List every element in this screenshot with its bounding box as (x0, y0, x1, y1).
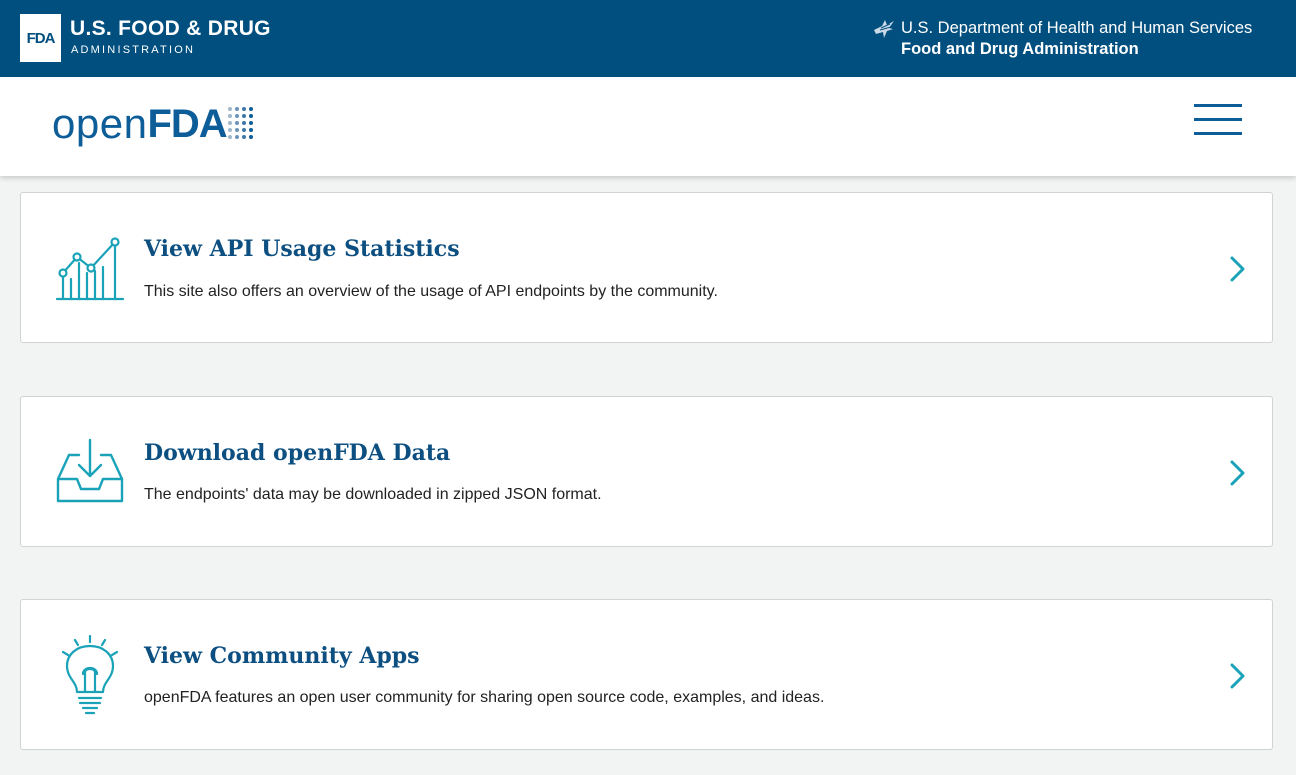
card-download-openfda-data[interactable]: Download openFDA Data The endpoints' dat… (20, 396, 1273, 547)
fda-badge-logo[interactable]: FDA (20, 14, 61, 62)
logo-fda-text: FDA (147, 102, 227, 146)
card-title[interactable]: Download openFDA Data (144, 439, 450, 467)
openfda-logo[interactable]: open FDA (52, 97, 257, 147)
logo-dots-icon (227, 107, 253, 139)
site-header: open FDA (0, 77, 1296, 176)
card-title[interactable]: View Community Apps (144, 642, 420, 670)
chevron-right-icon[interactable] (1227, 459, 1247, 487)
chart-icon (55, 237, 125, 301)
menu-icon[interactable] (1194, 104, 1242, 136)
hhs-agency-name[interactable]: Food and Drug Administration (901, 39, 1139, 59)
card-description: This site also offers an overview of the… (144, 283, 718, 300)
hhs-department-name[interactable]: U.S. Department of Health and Human Serv… (901, 18, 1252, 38)
card-view-community-apps[interactable]: View Community Apps openFDA features an … (20, 599, 1273, 750)
chevron-right-icon[interactable] (1227, 255, 1247, 283)
fda-banner: FDA U.S. FOOD & DRUG ADMINISTRATION U.S.… (0, 0, 1296, 77)
logo-open-text: open (52, 100, 148, 147)
download-tray-icon (56, 438, 124, 503)
card-api-usage-statistics[interactable]: View API Usage Statistics This site also… (20, 192, 1273, 343)
card-description: openFDA features an open user community … (144, 689, 825, 706)
agency-name[interactable]: U.S. FOOD & DRUG (70, 17, 271, 41)
card-description: The endpoints' data may be downloaded in… (144, 486, 602, 503)
chevron-right-icon[interactable] (1227, 662, 1247, 690)
hhs-eagle-icon (874, 20, 894, 38)
lightbulb-icon (61, 634, 119, 715)
agency-subtitle: ADMINISTRATION (71, 44, 196, 56)
card-title[interactable]: View API Usage Statistics (144, 235, 460, 263)
